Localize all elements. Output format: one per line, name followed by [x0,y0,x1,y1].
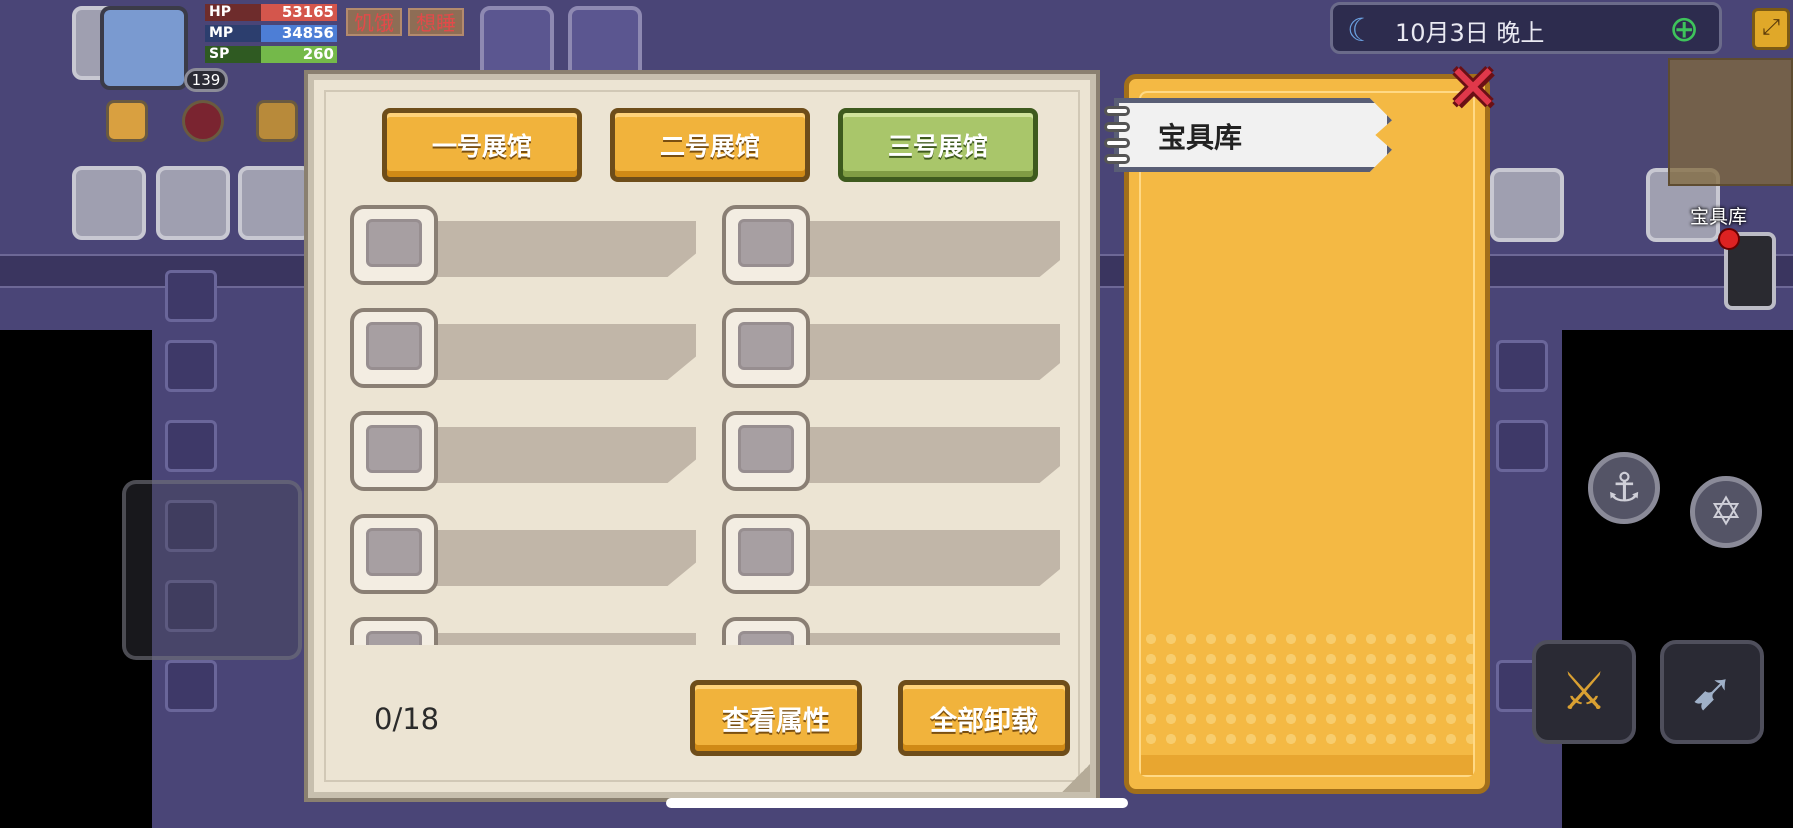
bow-button[interactable]: ➹ [1660,640,1764,744]
display-slot[interactable] [350,205,710,285]
hp-label: HP [205,4,261,21]
home-indicator[interactable] [666,798,1128,808]
exhibit-count: 0/18 [374,702,440,736]
vault-band [1141,755,1473,775]
display-slot[interactable] [350,308,710,388]
vault-pattern [1141,629,1473,749]
tab-hall-2[interactable]: 二号展馆 [610,108,810,182]
vault-title-background [1114,98,1392,172]
star-of-david-icon: ✡ [1709,489,1743,535]
sp-label: SP [205,46,261,63]
display-slot[interactable] [722,205,1060,285]
museum-dialog: 一号展馆 二号展馆 三号展馆 0/18 查看属性 全部卸载 [308,74,1096,798]
floor-tile [480,6,554,80]
floor-tile [72,166,146,240]
display-slot[interactable] [350,411,710,491]
movement-dpad[interactable] [122,480,302,660]
close-icon[interactable]: ✕ [1440,57,1506,124]
tab-hall-3[interactable]: 三号展馆 [838,108,1038,182]
vault-title-tag: 宝具库 [1104,98,1392,172]
tab-hall-1[interactable]: 一号展馆 [382,108,582,182]
binder-ring [1104,106,1130,116]
status-sleepy: 想睡 [408,8,464,36]
wall-block [165,270,217,322]
bow-icon: ➹ [1690,662,1734,722]
minimap[interactable] [1668,58,1793,186]
attack-sword-button[interactable]: ⚔ [1532,640,1636,744]
resize-corner [1062,764,1090,792]
player-level-badge: 139 [184,68,228,92]
binder-ring [1104,154,1130,164]
status-hungry: 饥饿 [346,8,402,36]
display-slot[interactable] [722,411,1060,491]
vault-title: 宝具库 [1158,121,1243,154]
date-time-text: 10月3日 晚上 [1395,19,1545,47]
buff-icon-1 [106,100,148,142]
wall-block [1496,340,1548,392]
floor-tile [1490,168,1564,242]
display-slot[interactable] [722,617,1060,645]
notification-dot [1718,228,1740,250]
mp-value: 34856 [261,25,337,42]
buff-icon-3 [256,100,298,142]
hp-value: 53165 [261,4,337,21]
display-slot[interactable] [350,514,710,594]
binder-ring [1104,138,1130,148]
minimap-toggle-icon[interactable]: ⤢ [1752,8,1790,50]
sword-icon: ⚔ [1560,662,1608,722]
skill-button-1[interactable]: ⚓ [1588,452,1660,524]
binder-ring [1104,122,1130,132]
moon-icon: ☾ [1347,11,1376,49]
buff-icon-2 [182,100,224,142]
player-avatar[interactable] [100,6,188,90]
floor-tile [238,166,312,240]
trident-icon: ⚓ [1606,465,1642,511]
wall-block [1496,420,1548,472]
floor-tile [568,6,642,80]
treasure-vault-panel[interactable] [1124,74,1490,794]
date-time-bar: ☾ 10月3日 晚上 ⊕ [1330,2,1722,54]
map-location-label: 宝具库 [1690,206,1748,228]
display-slot-list[interactable] [350,205,1060,645]
display-slot[interactable] [722,514,1060,594]
display-slot[interactable] [722,308,1060,388]
wall-block [165,660,217,712]
floor-tile [156,166,230,240]
mp-label: MP [205,25,261,42]
skill-button-2[interactable]: ✡ [1690,476,1762,548]
display-slot[interactable] [350,617,710,645]
wall-block [165,420,217,472]
view-attributes-button[interactable]: 查看属性 [690,680,862,756]
globe-icon[interactable]: ⊕ [1669,9,1699,50]
unload-all-button[interactable]: 全部卸载 [898,680,1070,756]
sp-value: 260 [261,46,337,63]
wall-block [165,340,217,392]
